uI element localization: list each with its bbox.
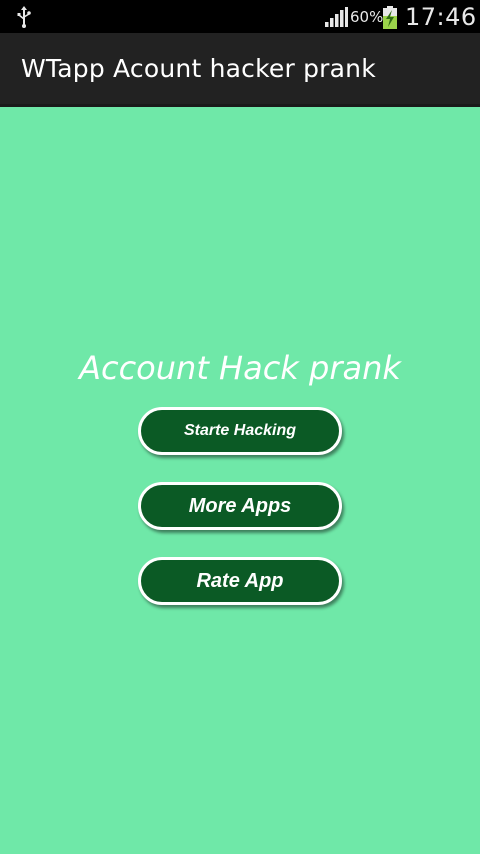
rate-app-button[interactable]: Rate App xyxy=(138,557,342,605)
status-bar: 60% 17:46 xyxy=(0,0,480,33)
more-apps-label: More Apps xyxy=(188,494,292,517)
clock: 17:46 xyxy=(405,3,477,31)
signal-icon xyxy=(325,7,348,27)
usb-icon xyxy=(17,6,31,28)
start-hacking-label: Starte Hacking xyxy=(183,422,297,439)
battery-percent: 60% xyxy=(350,8,384,26)
start-hacking-button[interactable]: Starte Hacking xyxy=(138,407,342,455)
app-title: WTapp Acount hacker prank xyxy=(21,54,376,83)
action-bar: WTapp Acount hacker prank xyxy=(0,33,480,107)
rate-app-label: Rate App xyxy=(196,569,284,592)
battery-charging-icon xyxy=(383,6,397,29)
page-title: Account Hack prank xyxy=(79,349,401,387)
more-apps-button[interactable]: More Apps xyxy=(138,482,342,530)
